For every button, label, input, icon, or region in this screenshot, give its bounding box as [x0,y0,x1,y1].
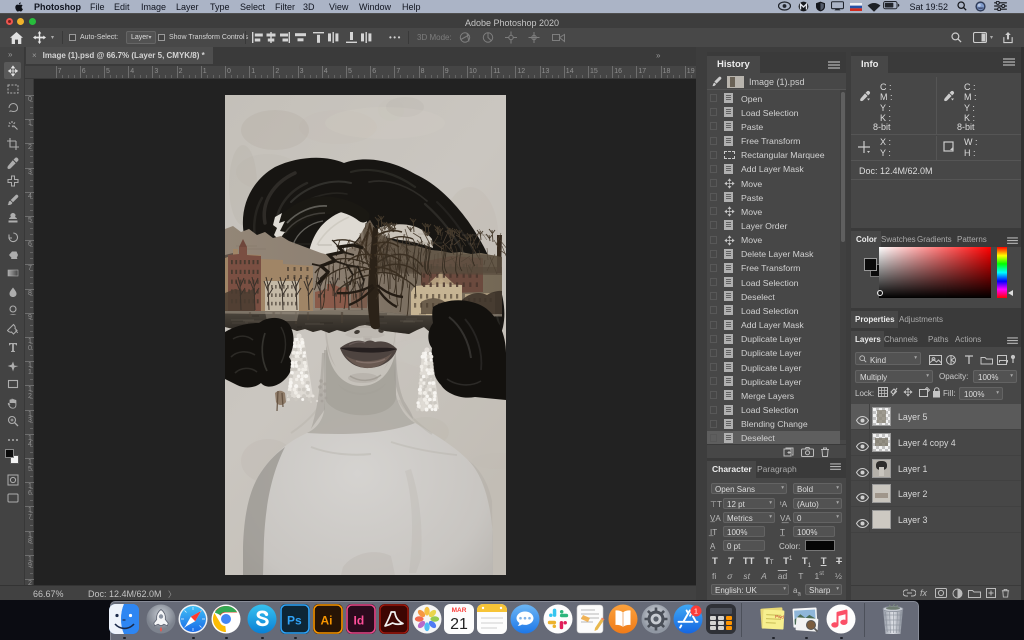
svg-text:Ai: Ai [321,614,333,628]
svg-text:Id: Id [354,614,365,628]
svg-text:21: 21 [450,616,468,633]
svg-text:MAR: MAR [452,607,467,614]
svg-text:Pwd: Pwd [775,614,785,619]
svg-text:1: 1 [694,607,698,616]
svg-text:Ps: Ps [287,614,302,628]
